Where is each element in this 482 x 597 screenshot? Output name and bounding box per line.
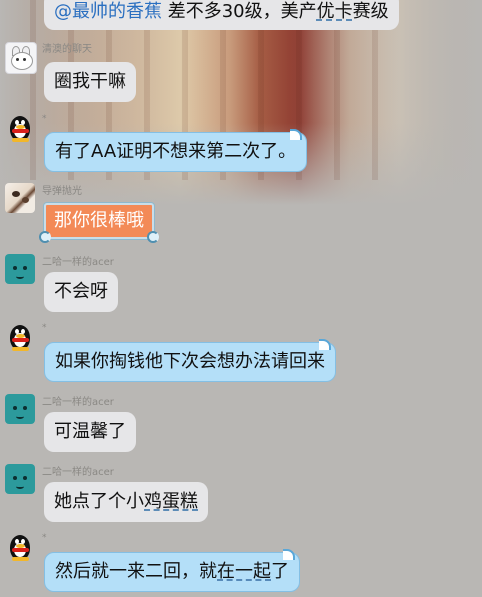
message-bubble[interactable]: 她点了个小鸡蛋糕: [44, 482, 208, 522]
mention-link[interactable]: @最帅的香蕉: [54, 1, 162, 22]
sender-name[interactable]: 二哈一样的acer: [42, 463, 114, 478]
dog-face-icon[interactable]: [5, 394, 35, 424]
bubble-corner-decoration: [283, 549, 295, 560]
message-text: 圈我干嘛: [54, 71, 126, 92]
message-bubble[interactable]: @最帅的香蕉 差不多30级，美产优卡赛级: [44, 0, 399, 30]
message-bubble[interactable]: 可温馨了: [44, 412, 136, 452]
photo-avatar[interactable]: [5, 183, 35, 213]
message-text: 如果你掏钱他下次会想办法请回来: [55, 351, 325, 372]
sender-name[interactable]: *: [42, 533, 47, 543]
bubble-corner-decoration: [319, 339, 331, 350]
message-bubble[interactable]: 有了AA证明不想来第二次了。: [44, 129, 308, 172]
cat-icon[interactable]: [5, 42, 37, 74]
dog-face-icon[interactable]: [5, 464, 35, 494]
message-bubble[interactable]: 如果你掏钱他下次会想办法请回来: [44, 339, 336, 382]
message-text: 不会呀: [54, 281, 108, 302]
penguin-icon[interactable]: [5, 112, 35, 142]
sender-name[interactable]: 二哈一样的acer: [42, 393, 114, 408]
sender-name[interactable]: *: [42, 114, 47, 124]
message-text-underlined: 在一起: [217, 561, 271, 582]
message-bubble[interactable]: 不会呀: [44, 272, 118, 312]
dog-face-icon[interactable]: [5, 254, 35, 284]
message-text: 了: [271, 561, 289, 582]
penguin-icon[interactable]: [5, 321, 35, 351]
message-text: 有了AA证明不想来第二次了。: [55, 141, 297, 162]
sender-name[interactable]: 导弹抛光: [42, 182, 82, 197]
message-bubble[interactable]: 那你很棒哦: [39, 203, 159, 243]
message-text-underlined: 鸡蛋糕: [144, 491, 198, 512]
message-text: 可温馨了: [54, 421, 126, 442]
message-text: 赛级: [352, 1, 389, 22]
sender-name[interactable]: 清澳的聊天: [42, 40, 92, 55]
sender-name[interactable]: *: [42, 323, 47, 333]
message-text: 那你很棒哦: [54, 210, 144, 231]
message-bubble[interactable]: 圈我干嘛: [44, 62, 136, 102]
message-bubble[interactable]: 然后就一来二回，就在一起了: [44, 549, 300, 592]
message-text: 差不多30级，美产: [167, 1, 317, 22]
bubble-swirl-decoration: [39, 231, 51, 243]
message-text: 她点了个小: [54, 491, 144, 512]
message-text-underlined: 优卡: [316, 1, 353, 22]
message-text: 然后就一来二回，就: [55, 561, 217, 582]
bubble-swirl-decoration: [147, 231, 159, 243]
sender-name[interactable]: 二哈一样的acer: [42, 253, 114, 268]
penguin-icon[interactable]: [5, 531, 35, 561]
